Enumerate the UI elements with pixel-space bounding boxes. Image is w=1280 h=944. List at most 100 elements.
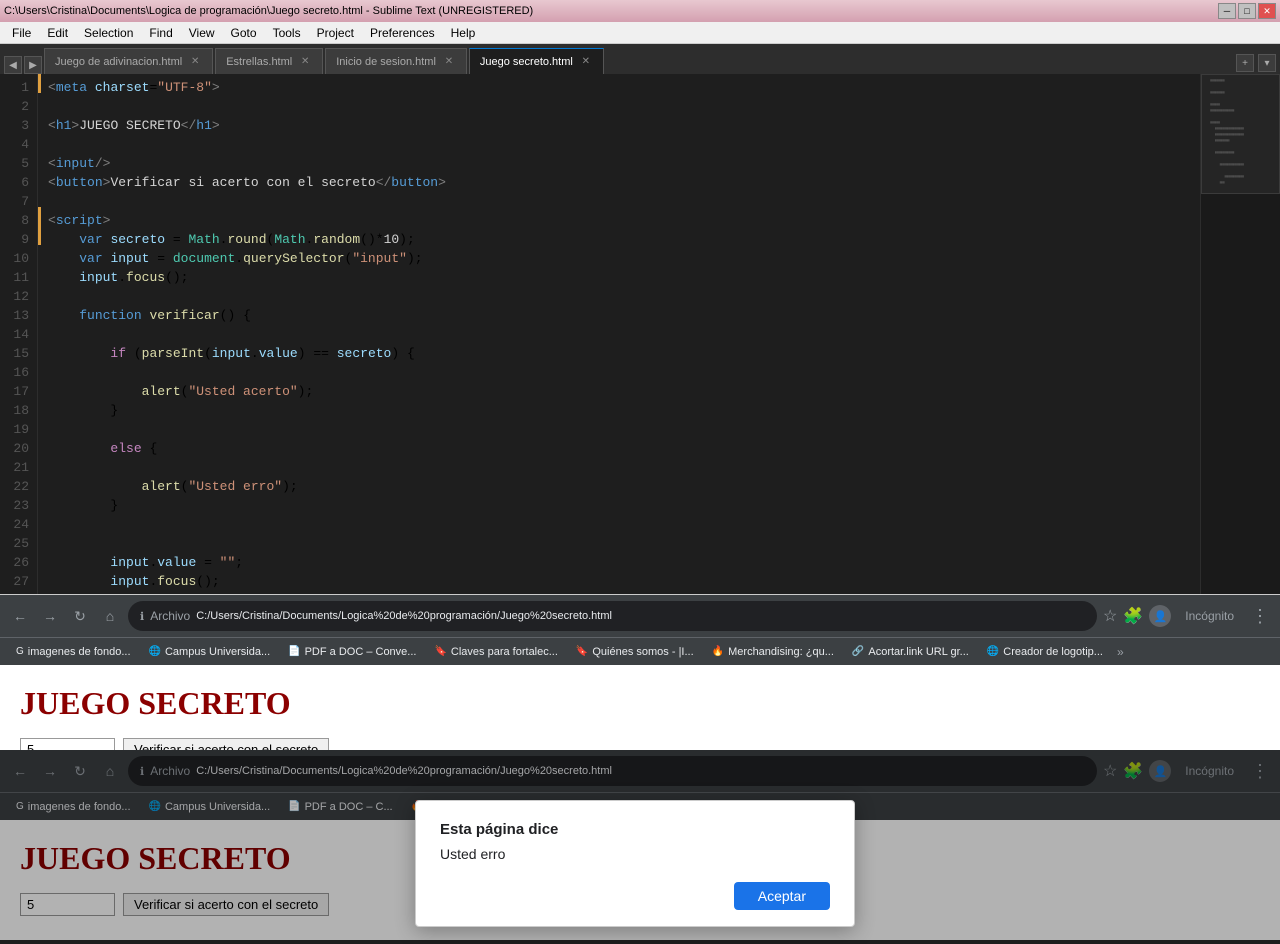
bookmark-pdf-1[interactable]: 📄 PDF a DOC – Conve... — [280, 644, 424, 660]
ext-puzzle-1[interactable]: 🧩 — [1123, 606, 1143, 626]
menu-project[interactable]: Project — [309, 24, 362, 42]
tab-estrellas[interactable]: Estrellas.html ✕ — [215, 48, 323, 74]
address-text-1: C:/Users/Cristina/Documents/Logica%20de%… — [196, 610, 612, 622]
bookmark-google-1[interactable]: G imagenes de fondo... — [8, 644, 139, 660]
tab-list-button[interactable]: ▾ — [1258, 54, 1276, 72]
line-numbers: 12345 678910 1112131415 1617181920 21222… — [0, 74, 38, 594]
tab-juego-adivinacion[interactable]: Juego de adivinacion.html ✕ — [44, 48, 213, 74]
code-line-8: <script> — [48, 211, 1200, 230]
code-line-18: } — [48, 401, 1200, 420]
dialog-accept-button[interactable]: Aceptar — [734, 882, 830, 910]
tab-juego-secreto[interactable]: Juego secreto.html ✕ — [469, 48, 604, 74]
bookmark-acortar-1[interactable]: 🔗 Acortar.link URL gr... — [844, 644, 977, 660]
tab-close-4[interactable]: ✕ — [579, 55, 593, 69]
bookmark-quienes-1[interactable]: 🔖 Quiénes somos - |I... — [568, 644, 702, 660]
code-line-7 — [48, 192, 1200, 211]
bookmark-creador-1[interactable]: 🌐 Creador de logotip... — [979, 644, 1111, 660]
code-line-16 — [48, 363, 1200, 382]
title-bar: C:\Users\Cristina\Documents\Logica de pr… — [0, 0, 1280, 22]
code-line-9: var secreto = Math.round(Math.random()*1… — [48, 230, 1200, 249]
code-line-20: else { — [48, 439, 1200, 458]
menu-help[interactable]: Help — [443, 24, 484, 42]
code-line-27: input.focus(); — [48, 572, 1200, 591]
menu-find[interactable]: Find — [141, 24, 180, 42]
bookmark-pdf-icon-1: 📄 — [288, 646, 300, 657]
tab-close-1[interactable]: ✕ — [188, 55, 202, 69]
bookmark-claves-label-1: Claves para fortalec... — [451, 646, 558, 658]
page-title-1: JUEGO SECRETO — [20, 685, 1260, 722]
menu-view[interactable]: View — [181, 24, 223, 42]
code-line-15: if (parseInt(input.value) == secreto) { — [48, 344, 1200, 363]
menu-preferences[interactable]: Preferences — [362, 24, 443, 42]
browser-forward-1[interactable]: → — [38, 604, 62, 628]
bookmark-google-icon-1: G — [16, 646, 24, 657]
tab-bar: ◀ ▶ Juego de adivinacion.html ✕ Estrella… — [0, 44, 1280, 74]
code-line-4 — [48, 135, 1200, 154]
bookmark-merch-1[interactable]: 🔥 Merchandising: ¿qu... — [704, 644, 842, 660]
code-line-3: <h1>JUEGO SECRETO</h1> — [48, 116, 1200, 135]
protocol-1: Archivo — [150, 609, 190, 623]
bookmark-claves-1[interactable]: 🔖 Claves para fortalec... — [426, 644, 565, 660]
code-line-25 — [48, 534, 1200, 553]
tab-close-3[interactable]: ✕ — [442, 55, 456, 69]
lock-icon-1: ℹ — [140, 610, 144, 623]
browser-menu-1[interactable]: ⋮ — [1248, 604, 1272, 628]
bookmark-quienes-label-1: Quiénes somos - |I... — [592, 646, 693, 658]
title-bar-controls: ─ □ ✕ — [1218, 3, 1276, 19]
bookmark-quienes-icon-1: 🔖 — [576, 646, 588, 657]
tab-bar-end: + ▾ — [1236, 54, 1276, 74]
menu-tools[interactable]: Tools — [265, 24, 309, 42]
code-line-26: input.value = ""; — [48, 553, 1200, 572]
code-line-22: alert("Usted erro"); — [48, 477, 1200, 496]
menu-selection[interactable]: Selection — [76, 24, 141, 42]
browser-home-1[interactable]: ⌂ — [98, 604, 122, 628]
menu-file[interactable]: File — [4, 24, 39, 42]
ext-icon-1[interactable]: 👤 — [1149, 605, 1171, 627]
address-bar-1[interactable]: ℹ Archivo C:/Users/Cristina/Documents/Lo… — [128, 601, 1097, 631]
browser-refresh-1[interactable]: ↻ — [68, 604, 92, 628]
browser-window-1: ← → ↻ ⌂ ℹ Archivo C:/Users/Cristina/Docu… — [0, 594, 1280, 750]
tab-add-button[interactable]: + — [1236, 54, 1254, 72]
code-line-6: <button>Verificar si acerto con el secre… — [48, 173, 1200, 192]
tab-inicio-sesion[interactable]: Inicio de sesion.html ✕ — [325, 48, 467, 74]
tab-close-2[interactable]: ✕ — [298, 55, 312, 69]
bookmark-merch-label-1: Merchandising: ¿qu... — [728, 646, 834, 658]
menu-bar: File Edit Selection Find View Goto Tools… — [0, 22, 1280, 44]
incognito-btn-1[interactable]: Incógnito — [1177, 605, 1242, 627]
menu-edit[interactable]: Edit — [39, 24, 76, 42]
bookmarks-bar-1: G imagenes de fondo... 🌐 Campus Universi… — [0, 637, 1280, 665]
browser-window-2: ← → ↻ ⌂ ℹ Archivo C:/Users/Cristina/Docu… — [0, 750, 1280, 940]
close-button[interactable]: ✕ — [1258, 3, 1276, 19]
code-line-11: input.focus(); — [48, 268, 1200, 287]
code-line-1: <meta charset="UTF-8"> — [48, 78, 1200, 97]
dialog-title: Esta página dice — [440, 821, 830, 838]
browser-chrome-1: ← → ↻ ⌂ ℹ Archivo C:/Users/Cristina/Docu… — [0, 595, 1280, 637]
dialog-message: Usted erro — [440, 846, 830, 862]
code-line-2 — [48, 97, 1200, 116]
code-line-21 — [48, 458, 1200, 477]
tab-prev-button[interactable]: ◀ — [4, 56, 22, 74]
bookmark-creador-icon-1: 🌐 — [987, 646, 999, 657]
minimap-viewport — [1201, 74, 1280, 194]
bookmark-creador-label-1: Creador de logotip... — [1003, 646, 1103, 658]
bookmark-claves-icon-1: 🔖 — [434, 646, 446, 657]
browser-back-1[interactable]: ← — [8, 604, 32, 628]
menu-goto[interactable]: Goto — [223, 24, 265, 42]
bookmark-campus-label-1: Campus Universida... — [165, 646, 270, 658]
bookmarks-more-1[interactable]: » — [1117, 645, 1124, 659]
dialog-footer: Aceptar — [440, 882, 830, 910]
bookmark-star-1[interactable]: ☆ — [1103, 606, 1117, 626]
code-line-23: } — [48, 496, 1200, 515]
bookmark-pdf-label-1: PDF a DOC – Conve... — [305, 646, 417, 658]
minimize-button[interactable]: ─ — [1218, 3, 1236, 19]
tab-next-button[interactable]: ▶ — [24, 56, 42, 74]
bookmark-campus-1[interactable]: 🌐 Campus Universida... — [141, 644, 279, 660]
maximize-button[interactable]: □ — [1238, 3, 1256, 19]
code-line-12 — [48, 287, 1200, 306]
bookmark-acortar-icon-1: 🔗 — [852, 646, 864, 657]
page-content-1: JUEGO SECRETO Verificar si acerto con el… — [0, 665, 1280, 750]
code-editor[interactable]: 12345 678910 1112131415 1617181920 21222… — [0, 74, 1280, 594]
code-content[interactable]: <meta charset="UTF-8"> <h1>JUEGO SECRETO… — [38, 74, 1200, 594]
bookmark-acortar-label-1: Acortar.link URL gr... — [868, 646, 968, 658]
bookmark-google-label-1: imagenes de fondo... — [28, 646, 131, 658]
